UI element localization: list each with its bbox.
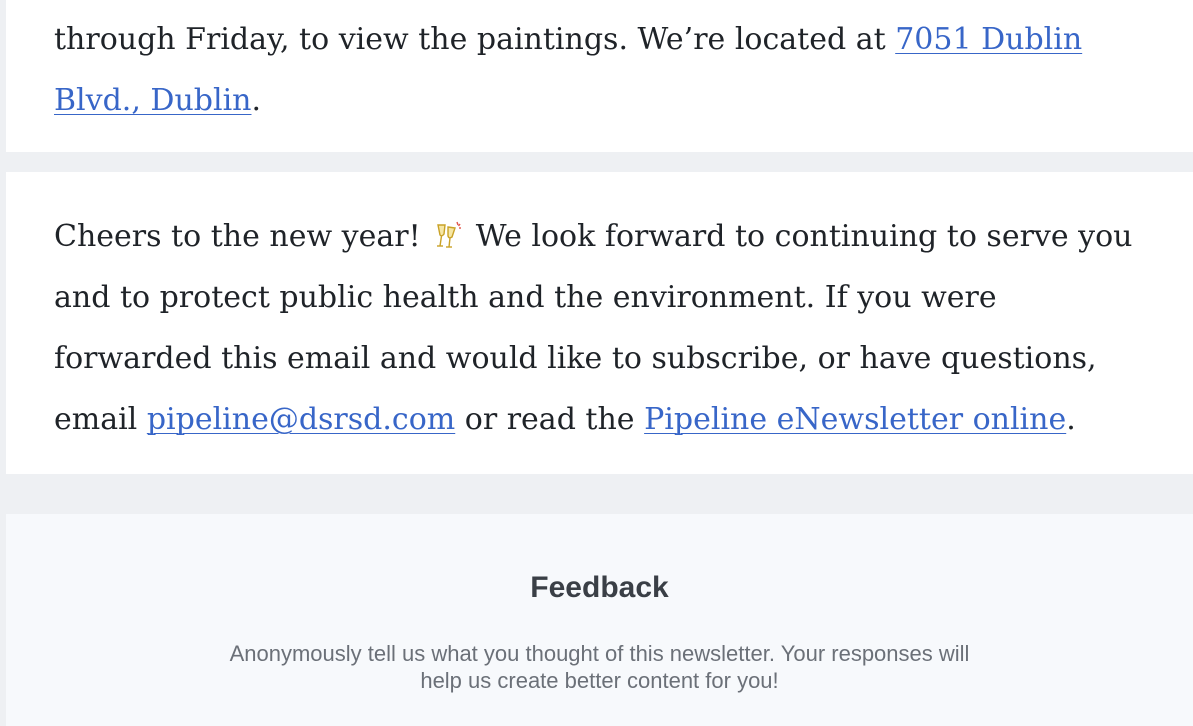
location-paragraph: through Friday, to view the paintings. W…: [54, 0, 1153, 131]
content-card-location: through Friday, to view the paintings. W…: [6, 0, 1193, 152]
email-link[interactable]: pipeline@dsrsd.com: [147, 402, 455, 437]
feedback-description: Anonymously tell us what you thought of …: [229, 641, 970, 693]
location-text: through Friday, to view the paintings. W…: [54, 22, 896, 57]
location-text-end: .: [251, 83, 262, 118]
closing-text-or: or read the: [455, 402, 645, 437]
closing-paragraph: Cheers to the new year! We look forward …: [54, 172, 1153, 450]
feedback-section: Feedback Anonymously tell us what you th…: [6, 514, 1193, 726]
closing-text-end: .: [1066, 402, 1076, 437]
feedback-title: Feedback: [530, 571, 669, 604]
clinking-glasses-icon: [437, 221, 462, 248]
content-card-closing: Cheers to the new year! We look forward …: [6, 172, 1193, 474]
closing-text-intro: Cheers to the new year!: [54, 219, 431, 254]
newsletter-online-link[interactable]: Pipeline eNewsletter online: [644, 402, 1066, 437]
